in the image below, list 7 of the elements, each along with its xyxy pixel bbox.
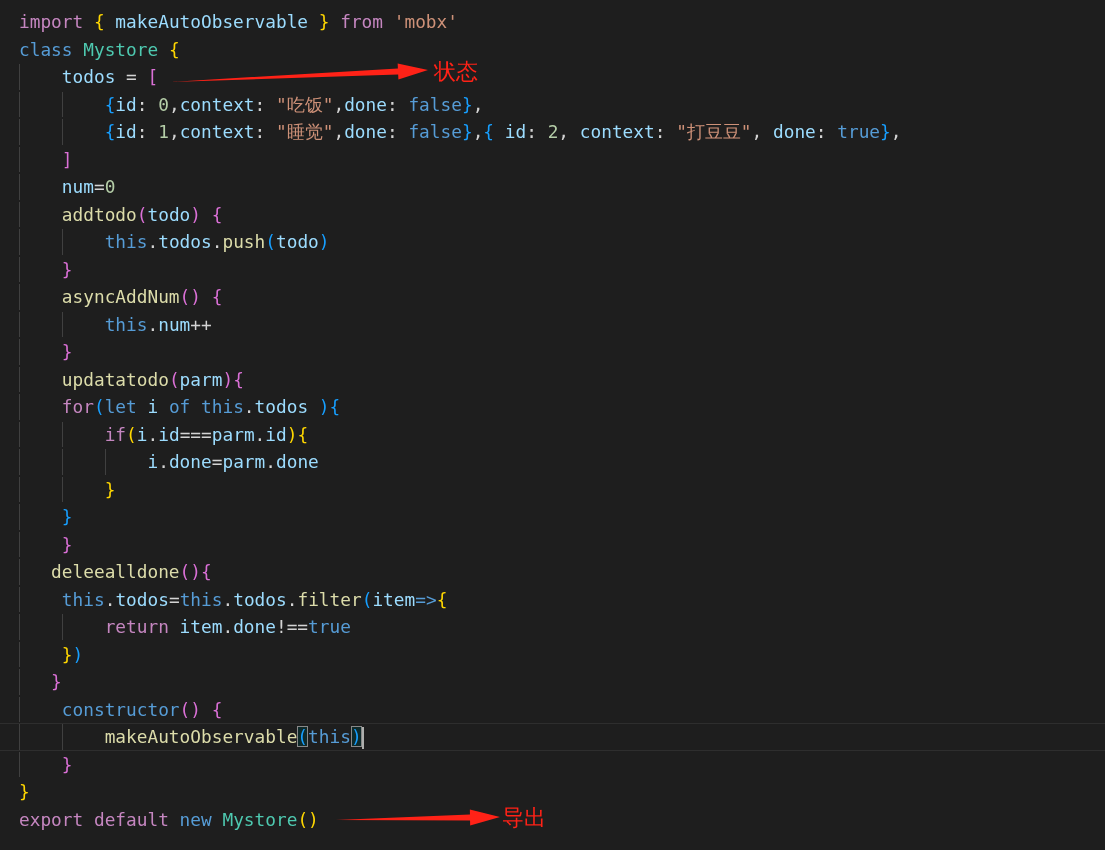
annotation-label: 状态 (434, 58, 478, 86)
code-line: } (19, 780, 30, 804)
code-editor[interactable] (0, 0, 1105, 850)
code-line: import { makeAutoObservable } from 'mobx' (19, 10, 458, 34)
annotation-label: 导出 (502, 804, 546, 832)
code-line: export default new Mystore() (19, 807, 319, 832)
code-line: class Mystore { (19, 37, 180, 62)
